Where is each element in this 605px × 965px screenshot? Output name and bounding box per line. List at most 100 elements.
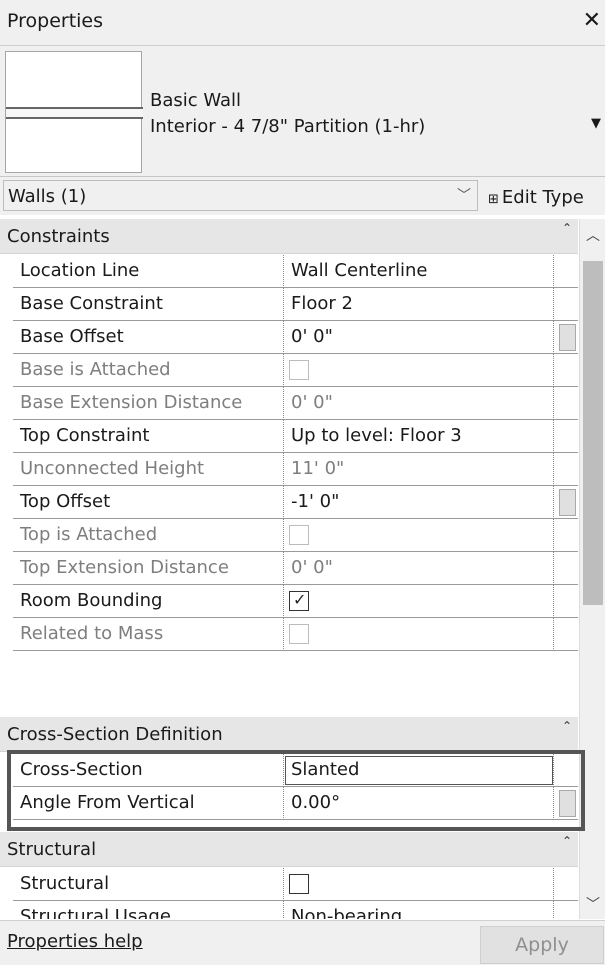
column-divider — [283, 321, 284, 354]
property-value: 11' 0" — [291, 458, 345, 479]
column-divider — [283, 288, 284, 321]
property-name: Related to Mass — [20, 623, 164, 644]
structural-checkbox[interactable] — [289, 874, 309, 894]
row-cross-section[interactable]: Cross-Section Slanted — [13, 754, 578, 787]
row-base-offset[interactable]: Base Offset 0' 0" — [13, 321, 578, 354]
property-value: 0' 0" — [291, 557, 333, 578]
instance-filter-dropdown[interactable]: Walls (1) ﹀ — [3, 180, 478, 211]
scroll-down-icon[interactable]: ﹀ — [586, 894, 600, 914]
property-name: Location Line — [20, 260, 140, 281]
column-divider — [283, 255, 284, 288]
column-divider — [283, 787, 284, 820]
vertical-scrollbar[interactable]: ︿ ﹀ — [579, 219, 605, 919]
instance-filter-bar: Walls (1) ﹀ ⊞ Edit Type — [0, 177, 605, 215]
edit-type-button[interactable]: ⊞ Edit Type — [488, 187, 584, 208]
check-icon: ✓ — [293, 590, 307, 609]
type-selector[interactable]: Basic Wall Interior - 4 7/8" Partition (… — [0, 46, 605, 177]
value-edit-button[interactable] — [559, 324, 576, 351]
column-divider — [553, 387, 554, 420]
apply-button[interactable]: Apply — [480, 926, 604, 964]
property-name: Top Extension Distance — [20, 557, 229, 578]
column-divider — [553, 420, 554, 453]
row-structural-usage[interactable]: Structural Usage Non-bearing — [13, 901, 578, 919]
scroll-up-icon[interactable]: ︿ — [586, 225, 600, 245]
column-divider — [283, 754, 284, 787]
collapse-icon[interactable]: ⌃ — [562, 719, 572, 733]
group-constraints[interactable]: Constraints ⌃ — [0, 219, 578, 254]
column-divider — [553, 901, 554, 919]
column-divider — [283, 387, 284, 420]
property-name: Angle From Vertical — [20, 792, 195, 813]
edit-type-label: Edit Type — [501, 187, 584, 208]
row-angle-from-vertical[interactable]: Angle From Vertical 0.00° — [13, 787, 578, 820]
row-base-constraint[interactable]: Base Constraint Floor 2 — [13, 288, 578, 321]
column-divider — [553, 255, 554, 288]
row-location-line[interactable]: Location Line Wall Centerline — [13, 255, 578, 288]
type-family: Basic Wall — [150, 90, 242, 111]
panel-title: Properties — [7, 10, 104, 32]
row-base-extension-distance: Base Extension Distance 0' 0" — [13, 387, 578, 420]
group-structural[interactable]: Structural ⌃ — [0, 832, 578, 867]
column-divider — [283, 552, 284, 585]
property-name: Top is Attached — [20, 524, 158, 545]
checkbox — [289, 525, 309, 545]
type-dropdown-icon[interactable]: ▼ — [591, 116, 601, 131]
property-name: Structural Usage — [20, 906, 171, 919]
column-divider — [553, 754, 554, 787]
value-edit-button[interactable] — [559, 489, 576, 516]
group-label: Structural — [7, 839, 97, 860]
property-name: Cross-Section — [20, 759, 143, 780]
column-divider — [553, 453, 554, 486]
column-divider — [553, 486, 554, 519]
property-name: Unconnected Height — [20, 458, 205, 479]
property-value[interactable]: Non-bearing — [291, 906, 402, 919]
property-value[interactable]: Wall Centerline — [291, 260, 427, 281]
row-top-is-attached: Top is Attached — [13, 519, 578, 552]
row-structural[interactable]: Structural — [13, 868, 578, 901]
row-top-extension-distance: Top Extension Distance 0' 0" — [13, 552, 578, 585]
properties-grid: Constraints ⌃ Location Line Wall Centerl… — [0, 219, 605, 919]
checkbox — [289, 624, 309, 644]
row-room-bounding[interactable]: Room Bounding ✓ — [13, 585, 578, 618]
property-name: Base is Attached — [20, 359, 171, 380]
collapse-icon[interactable]: ⌃ — [562, 834, 572, 848]
chevron-down-icon: ﹀ — [457, 188, 471, 204]
column-divider — [553, 354, 554, 387]
column-divider — [553, 519, 554, 552]
property-value[interactable]: 0.00° — [291, 792, 340, 813]
properties-help-link[interactable]: Properties help — [7, 931, 143, 952]
scrollbar-thumb[interactable] — [583, 261, 603, 605]
property-name: Base Extension Distance — [20, 392, 243, 413]
room-bounding-checkbox[interactable]: ✓ — [289, 590, 309, 611]
row-top-offset[interactable]: Top Offset -1' 0" — [13, 486, 578, 519]
column-divider — [553, 321, 554, 354]
column-divider — [283, 486, 284, 519]
column-divider — [553, 288, 554, 321]
property-value[interactable]: 0' 0" — [291, 326, 333, 347]
row-base-is-attached: Base is Attached — [13, 354, 578, 387]
property-value[interactable]: Up to level: Floor 3 — [291, 425, 462, 446]
row-top-constraint[interactable]: Top Constraint Up to level: Floor 3 — [13, 420, 578, 453]
property-value[interactable]: -1' 0" — [291, 491, 339, 512]
property-name: Base Constraint — [20, 293, 163, 314]
value-edit-button[interactable] — [559, 790, 576, 817]
instance-filter-label: Walls (1) — [8, 186, 87, 207]
property-name: Base Offset — [20, 326, 124, 347]
column-divider — [553, 618, 554, 651]
column-divider — [553, 585, 554, 618]
column-divider — [283, 868, 284, 901]
group-cross-section-definition[interactable]: Cross-Section Definition ⌃ — [0, 717, 578, 752]
property-value[interactable]: Floor 2 — [291, 293, 353, 314]
property-value: 0' 0" — [291, 392, 333, 413]
column-divider — [283, 901, 284, 919]
property-name: Top Offset — [20, 491, 111, 512]
row-related-to-mass: Related to Mass — [13, 618, 578, 651]
collapse-icon[interactable]: ⌃ — [562, 221, 572, 235]
property-name: Room Bounding — [20, 590, 163, 611]
column-divider — [553, 868, 554, 901]
properties-titlebar: Properties ✕ — [0, 0, 605, 46]
close-icon[interactable]: ✕ — [583, 8, 601, 33]
group-label: Constraints — [7, 226, 110, 247]
properties-footer: Properties help Apply — [0, 920, 605, 965]
property-value[interactable]: Slanted — [291, 759, 359, 780]
